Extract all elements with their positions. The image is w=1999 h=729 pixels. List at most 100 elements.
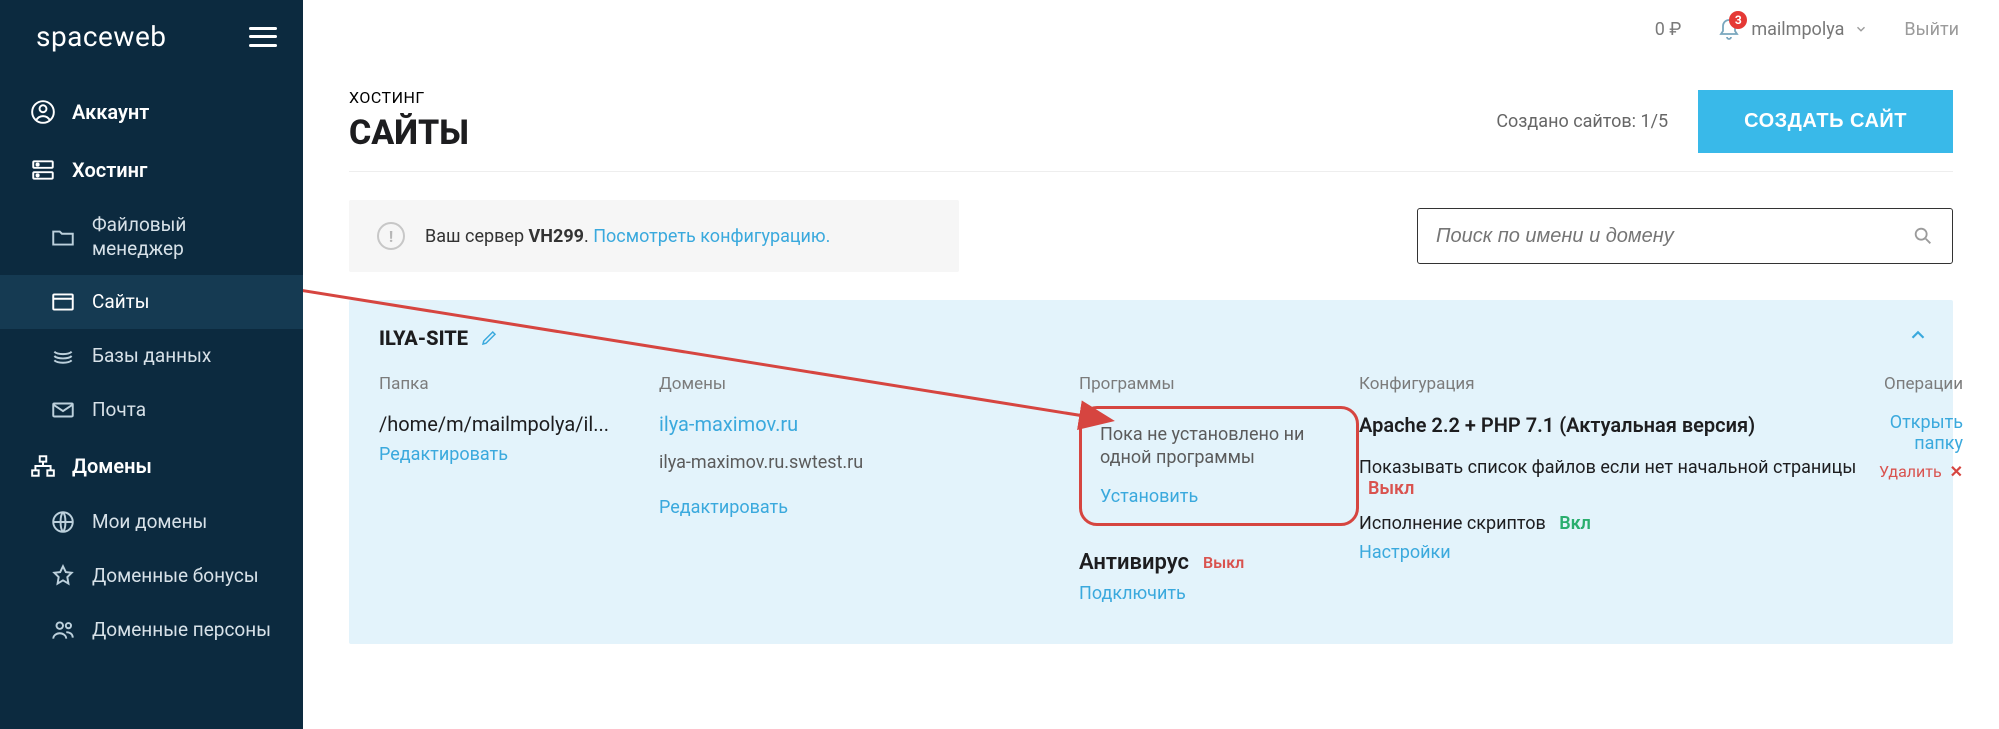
pencil-icon[interactable] — [480, 329, 498, 347]
config-showfiles-state: Выкл — [1368, 478, 1414, 499]
main: ХОСТИНГ САЙТЫ Создано сайтов: 1/5 СОЗДАТ… — [303, 58, 1999, 729]
site-block: ILYA-SITE Папка /home/m/mailmpolya/il...… — [349, 300, 1953, 644]
balance[interactable]: 0 ₽ — [1655, 19, 1682, 40]
config-showfiles-label: Показывать список файлов если нет началь… — [1359, 457, 1856, 478]
programs-highlight-box: Пока не установлено ни одной программы У… — [1079, 406, 1359, 526]
domains-edit-link[interactable]: Редактировать — [659, 497, 788, 518]
sidebar-item-label: Доменные персоны — [92, 618, 271, 641]
top-header: 0 ₽ 3 mailmpolya Выйти — [303, 0, 1999, 58]
config-settings-link[interactable]: Настройки — [1359, 542, 1451, 563]
config-scripts-state: Вкл — [1559, 513, 1591, 534]
close-icon: ✕ — [1950, 462, 1963, 481]
config-showfiles: Показывать список файлов если нет началь… — [1359, 457, 1879, 499]
notifications[interactable]: 3 mailmpolya — [1717, 17, 1868, 41]
delete-row[interactable]: Удалить ✕ — [1879, 462, 1963, 481]
server-name: VH299 — [529, 226, 584, 247]
domain-main-link[interactable]: ilya-maximov.ru — [659, 412, 798, 436]
antivirus-connect-link[interactable]: Подключить — [1079, 583, 1186, 604]
antivirus-label: Антивирус — [1079, 550, 1189, 575]
logo-text: spaceweb — [36, 20, 167, 53]
users-icon — [50, 617, 76, 643]
server-config-link[interactable]: Посмотреть конфигурацию. — [593, 226, 830, 247]
chevron-down-icon — [1854, 22, 1868, 36]
col-folder: Папка /home/m/mailmpolya/il... Редактиро… — [379, 374, 659, 465]
sidebar-item-mydomains[interactable]: Мои домены — [0, 495, 303, 549]
antivirus-row: Антивирус Выкл — [1079, 550, 1359, 575]
chevron-up-icon[interactable] — [1907, 324, 1929, 346]
server-prefix: Ваш сервер — [425, 226, 529, 247]
sidebar-item-label: Файловый менеджер — [92, 213, 273, 261]
col-programs: Программы Пока не установлено ни одной п… — [1079, 374, 1359, 604]
globe-icon — [50, 509, 76, 535]
page-head: ХОСТИНГ САЙТЫ Создано сайтов: 1/5 СОЗДАТ… — [349, 88, 1953, 171]
logout-link[interactable]: Выйти — [1904, 19, 1959, 40]
sites-count: Создано сайтов: 1/5 — [1496, 111, 1668, 132]
config-scripts-label: Исполнение скриптов — [1359, 513, 1546, 534]
sidebar-item-domainpersons[interactable]: Доменные персоны — [0, 603, 303, 657]
col-label-programs: Программы — [1079, 374, 1359, 394]
folder-edit-link[interactable]: Редактировать — [379, 444, 508, 465]
folder-icon — [50, 224, 76, 250]
search-box[interactable] — [1417, 208, 1953, 264]
sidebar-item-sites[interactable]: Сайты — [0, 275, 303, 329]
sidebar-item-label: Сайты — [92, 290, 150, 313]
sitemap-icon — [30, 453, 56, 479]
breadcrumb: ХОСТИНГ — [349, 88, 469, 107]
server-info: ! Ваш сервер VH299. Посмотреть конфигура… — [349, 200, 959, 272]
col-config: Конфигурация Apache 2.2 + PHP 7.1 (Актуа… — [1359, 374, 1879, 563]
domain-sub: ilya-maximov.ru.swtest.ru — [659, 452, 1079, 473]
info-icon: ! — [377, 222, 405, 250]
notif-badge: 3 — [1729, 11, 1747, 29]
mail-icon — [50, 397, 76, 423]
info-row: ! Ваш сервер VH299. Посмотреть конфигура… — [349, 200, 1953, 272]
star-icon — [50, 563, 76, 589]
delete-link[interactable]: Удалить — [1879, 462, 1942, 481]
config-scripts: Исполнение скриптов Вкл — [1359, 513, 1879, 534]
sidebar-item-hosting[interactable]: Хостинг — [0, 141, 303, 199]
col-label-ops: Операции — [1879, 374, 1963, 394]
install-link[interactable]: Установить — [1100, 486, 1198, 507]
sidebar-item-label: Базы данных — [92, 344, 211, 367]
server-info-text: Ваш сервер VH299. Посмотреть конфигураци… — [425, 226, 830, 247]
server-icon — [30, 157, 56, 183]
sidebar-item-domains[interactable]: Домены — [0, 437, 303, 495]
col-label-folder: Папка — [379, 374, 659, 394]
sidebar-item-label: Мои домены — [92, 510, 207, 533]
sidebar-top: spaceweb — [0, 0, 303, 83]
sidebar-item-label: Аккаунт — [72, 100, 149, 124]
sidebar-item-label: Доменные бонусы — [92, 564, 259, 587]
col-label-domains: Домены — [659, 374, 1079, 394]
search-input[interactable] — [1436, 225, 1912, 248]
create-site-button[interactable]: СОЗДАТЬ САЙТ — [1698, 90, 1953, 153]
col-ops: Операции Открыть папку Удалить ✕ — [1879, 374, 1963, 481]
site-header: ILYA-SITE — [379, 326, 1923, 350]
open-folder-link[interactable]: Открыть папку — [1879, 412, 1963, 454]
sidebar-item-label: Почта — [92, 398, 146, 421]
logo[interactable]: spaceweb — [26, 20, 167, 53]
search-icon — [1912, 225, 1934, 247]
window-icon — [50, 289, 76, 315]
sidebar-item-account[interactable]: Аккаунт — [0, 83, 303, 141]
hamburger-icon[interactable] — [249, 27, 277, 47]
username: mailmpolya — [1751, 19, 1844, 40]
page-title: САЙТЫ — [349, 113, 469, 153]
antivirus-state: Выкл — [1203, 553, 1244, 572]
server-dot: . — [584, 226, 593, 247]
site-columns: Папка /home/m/mailmpolya/il... Редактиро… — [379, 374, 1923, 604]
sidebar-item-label: Хостинг — [72, 158, 147, 182]
divider — [349, 171, 1953, 172]
col-domains: Домены ilya-maximov.ru ilya-maximov.ru.s… — [659, 374, 1079, 518]
sidebar-item-domainbonus[interactable]: Доменные бонусы — [0, 549, 303, 603]
col-label-config: Конфигурация — [1359, 374, 1879, 394]
sidebar: spaceweb Аккаунт Хостинг Файловый менедж… — [0, 0, 303, 729]
sidebar-item-mail[interactable]: Почта — [0, 383, 303, 437]
config-stack: Apache 2.2 + PHP 7.1 (Актуальная версия) — [1359, 412, 1879, 439]
site-name: ILYA-SITE — [379, 326, 468, 350]
sidebar-item-label: Домены — [72, 454, 152, 478]
database-icon — [50, 343, 76, 369]
folder-path: /home/m/mailmpolya/il... — [379, 412, 659, 436]
programs-none-text: Пока не установлено ни одной программы — [1100, 423, 1338, 470]
user-icon — [30, 99, 56, 125]
sidebar-item-databases[interactable]: Базы данных — [0, 329, 303, 383]
sidebar-item-filemanager[interactable]: Файловый менеджер — [0, 199, 303, 275]
